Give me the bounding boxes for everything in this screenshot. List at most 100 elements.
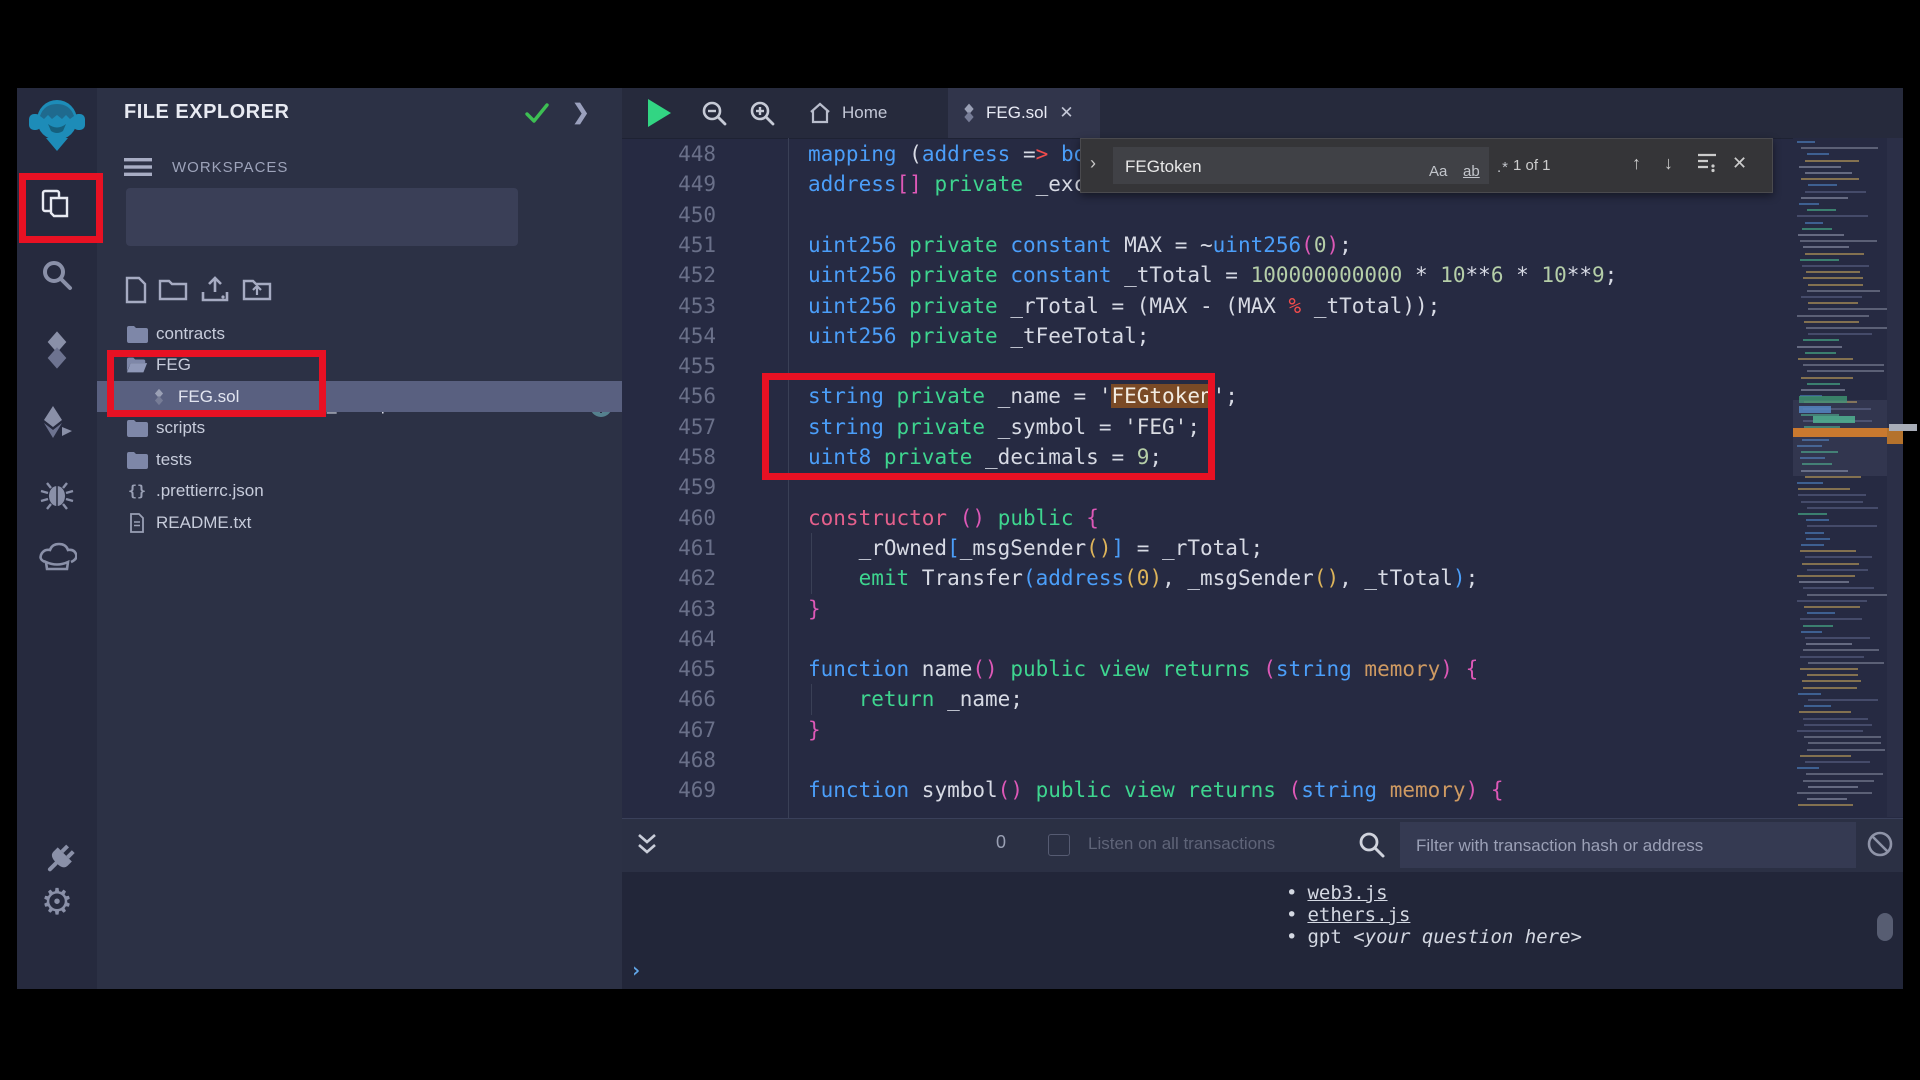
solidity-compiler-rail-button[interactable] xyxy=(17,328,97,372)
remix-ide-screenshot: ⚙ FILE EXPLORER ❯ WORKSPACES default_wor… xyxy=(0,0,1920,1080)
terminal-link[interactable]: ethers.js xyxy=(1307,904,1410,926)
code-line-462: emit Transfer(address(0), _msgSender(), … xyxy=(808,563,1478,594)
code-line-454: uint256 private _tFeeTotal; xyxy=(808,321,1149,352)
close-tab-icon[interactable]: ✕ xyxy=(1059,103,1073,123)
line-number: 452 xyxy=(678,260,716,291)
tree-item-label: tests xyxy=(156,450,192,470)
minimap-viewport[interactable] xyxy=(1793,400,1887,476)
folder-icon xyxy=(126,323,148,345)
files-icon xyxy=(39,188,75,222)
upload-file-icon xyxy=(200,276,230,304)
run-script-button[interactable] xyxy=(646,98,672,128)
zoom-in-button[interactable] xyxy=(748,100,776,128)
new-file-button[interactable] xyxy=(124,276,152,304)
tab-label: FEG.sol xyxy=(986,103,1047,123)
line-number-gutter: 4484494504514524534544554564574584594604… xyxy=(622,138,718,818)
find-previous-button[interactable]: ↑ xyxy=(1632,153,1641,174)
check-icon[interactable] xyxy=(524,101,550,125)
tab-home[interactable]: Home xyxy=(796,88,887,138)
code-line-467: } xyxy=(808,715,821,746)
terminal-prompt: › xyxy=(630,958,642,982)
regex-toggle[interactable]: .* xyxy=(1497,159,1509,176)
line-number: 459 xyxy=(678,472,716,503)
deploy-run-rail-button[interactable] xyxy=(17,400,97,444)
minimap[interactable] xyxy=(1793,138,1887,817)
tree-item-feg-sol[interactable]: FEG.sol xyxy=(97,381,622,412)
line-number: 449 xyxy=(678,169,716,200)
line-number: 448 xyxy=(678,139,716,170)
transaction-count-badge: 0 xyxy=(996,832,1006,853)
tree-item-label: README.txt xyxy=(156,513,251,533)
tree-item--prettierrc-json[interactable]: {}.prettierrc.json xyxy=(97,476,622,507)
plugin-manager-rail-button[interactable] xyxy=(17,836,97,880)
code-line-451: uint256 private constant MAX = ~uint256(… xyxy=(808,230,1352,261)
code-viewport[interactable]: mapping (address => boaddress[] private … xyxy=(808,138,1790,818)
terminal-search-button[interactable] xyxy=(1356,830,1386,860)
match-case-toggle[interactable]: Aa xyxy=(1429,163,1447,180)
code-line-457: string private _symbol = 'FEG'; xyxy=(808,412,1200,443)
tree-item-label: scripts xyxy=(156,418,205,438)
terminal-link[interactable]: web3.js xyxy=(1307,882,1387,904)
indent-guide xyxy=(811,563,812,594)
bullet: • xyxy=(1286,904,1297,926)
find-close-button[interactable]: ✕ xyxy=(1732,153,1747,174)
find-widget: › Aa ab .* 1 of 1 ↑ ↓ ✕ xyxy=(1080,138,1773,193)
search-rail-button[interactable] xyxy=(17,254,97,298)
cookbook-rail-button[interactable] xyxy=(17,534,97,578)
terminal-expand-button[interactable] xyxy=(634,832,660,858)
line-number: 463 xyxy=(678,594,716,625)
chevron-right-icon[interactable]: ❯ xyxy=(572,100,590,125)
settings-rail-button[interactable]: ⚙ xyxy=(17,880,97,924)
file-icon xyxy=(126,512,148,534)
upload-folder-icon xyxy=(242,276,272,302)
tab-label: Home xyxy=(842,103,887,123)
find-input[interactable] xyxy=(1123,147,1377,186)
code-line-463: } xyxy=(808,594,821,625)
clear-console-button[interactable] xyxy=(1866,830,1894,858)
line-number: 456 xyxy=(678,381,716,412)
line-number: 469 xyxy=(678,775,716,806)
tree-item-tests[interactable]: tests xyxy=(97,444,622,475)
tree-item-scripts[interactable]: scripts xyxy=(97,413,622,444)
whole-word-toggle[interactable]: ab xyxy=(1463,163,1480,180)
upload-file-button[interactable] xyxy=(200,276,228,304)
line-number: 467 xyxy=(678,715,716,746)
find-in-selection-button[interactable] xyxy=(1696,151,1718,173)
terminal-text-italic: <your question here> xyxy=(1353,926,1582,948)
terminal-entry[interactable]: •web3.js xyxy=(1286,882,1388,904)
listen-transactions-checkbox[interactable] xyxy=(1048,834,1070,856)
tree-item-contracts[interactable]: contracts xyxy=(97,318,622,349)
zoom-out-button[interactable] xyxy=(700,100,728,128)
upload-folder-button[interactable] xyxy=(242,276,270,304)
solidity-icon xyxy=(148,386,170,408)
find-next-button[interactable]: ↓ xyxy=(1664,153,1673,174)
new-folder-icon xyxy=(158,276,188,302)
code-line-461: _rOwned[_msgSender()] = _rTotal; xyxy=(808,533,1263,564)
tree-item-feg[interactable]: FEG xyxy=(97,350,622,381)
transaction-filter-input[interactable] xyxy=(1414,822,1838,870)
line-number: 450 xyxy=(678,200,716,231)
tree-item-label: FEG xyxy=(156,355,191,375)
terminal-entry: •gpt <your question here> xyxy=(1286,926,1582,948)
find-expand-chevron-icon[interactable]: › xyxy=(1090,153,1096,174)
editor-scrollbar-track[interactable] xyxy=(1887,138,1903,817)
debugger-rail-button[interactable] xyxy=(17,472,97,516)
tree-item-label: .prettierrc.json xyxy=(156,481,264,501)
line-number: 455 xyxy=(678,351,716,382)
tree-item-readme-txt[interactable]: README.txt xyxy=(97,507,622,538)
code-line-449: address[] private _exc xyxy=(808,169,1086,200)
code-line-448: mapping (address => bo xyxy=(808,139,1086,170)
line-number: 468 xyxy=(678,745,716,776)
workspaces-menu-button[interactable] xyxy=(124,157,152,177)
file-explorer-rail-button[interactable] xyxy=(17,183,97,227)
code-line-452: uint256 private constant _tTotal = 10000… xyxy=(808,260,1617,291)
terminal-entry[interactable]: • ethers.js xyxy=(1286,904,1410,926)
terminal-scrollbar-thumb[interactable] xyxy=(1877,913,1893,941)
folder-open-icon xyxy=(126,354,148,376)
remix-logo[interactable] xyxy=(17,93,97,155)
chef-hat-icon xyxy=(37,540,77,572)
line-number: 454 xyxy=(678,321,716,352)
tab-feg-sol[interactable]: FEG.sol ✕ xyxy=(948,88,1100,138)
workspace-dropdown[interactable]: default_workspace xyxy=(126,188,518,246)
new-folder-button[interactable] xyxy=(158,276,186,304)
